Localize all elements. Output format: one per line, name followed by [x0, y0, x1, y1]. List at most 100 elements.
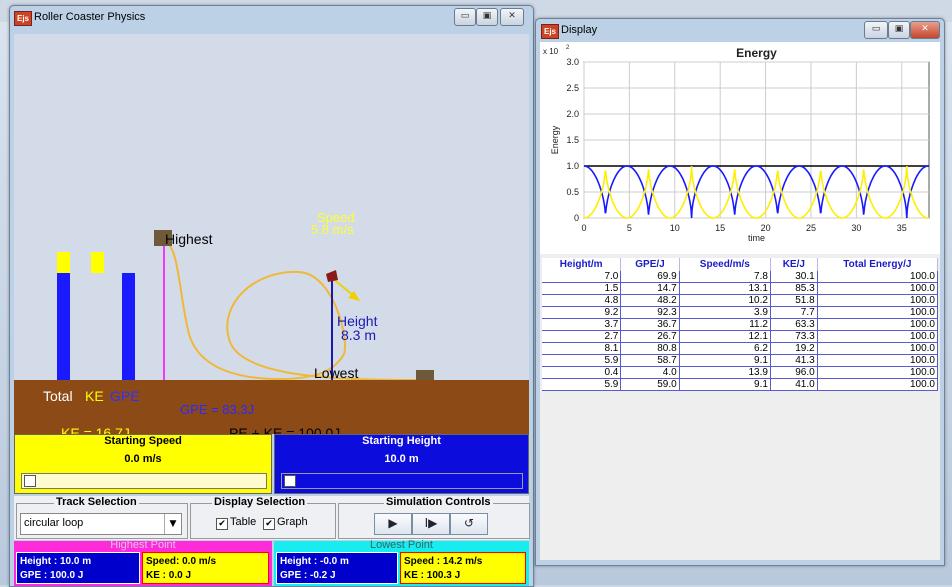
starting-height-panel: Starting Height 10.0 m: [274, 434, 529, 494]
starting-speed-value: 0.0 m/s: [124, 453, 162, 465]
starting-speed-panel: Starting Speed 0.0 m/s: [14, 434, 272, 494]
column-header: KE/J: [770, 258, 818, 271]
table-cell: 48.2: [620, 294, 680, 307]
simulation-controls-label: Simulation Controls: [384, 496, 493, 508]
column-header: Height/m: [542, 258, 622, 271]
left-titlebar[interactable]: Ejs Roller Coaster Physics ▭ ▣ ✕: [10, 6, 533, 30]
table-checkbox[interactable]: ✔: [216, 518, 228, 530]
slider-thumb[interactable]: [24, 475, 36, 487]
minimize-icon[interactable]: ▭: [864, 21, 888, 39]
table-cell: 30.1: [770, 271, 818, 283]
table-cell: 1.5: [542, 282, 622, 295]
lowest-point-label: Lowest Point: [370, 539, 433, 551]
table-row: 8.1 80.8 6.2 19.2 100.0: [542, 342, 939, 355]
chart-title: Energy: [736, 46, 777, 60]
x-tick-label: 25: [806, 223, 816, 233]
y-tick-label: 2.5: [566, 83, 579, 93]
column-header: GPE/J: [620, 258, 680, 271]
close-icon[interactable]: ✕: [500, 8, 524, 26]
table-cell: 59.0: [620, 378, 680, 391]
highest-point-panel: Highest Point Height : 10.0 m GPE : 100.…: [14, 539, 272, 586]
table-cell: 2.7: [542, 330, 622, 343]
table-row: 2.7 26.7 12.1 73.3 100.0: [542, 330, 939, 343]
y-tick-label: 1.5: [566, 135, 579, 145]
starting-speed-label: Starting Speed: [104, 435, 182, 447]
table-cell: 7.0: [542, 271, 622, 283]
table-cell: 13.9: [679, 366, 771, 379]
table-cell: 13.1: [679, 282, 771, 295]
table-cell: 41.3: [770, 354, 818, 367]
chevron-down-icon[interactable]: ▼: [164, 514, 181, 534]
table-cell: 100.0: [817, 294, 939, 307]
table-row: 0.4 4.0 13.9 96.0 100.0: [542, 366, 939, 379]
ejs-app-icon: Ejs: [14, 11, 32, 26]
display-window-title: Display: [561, 24, 598, 36]
y-tick-label: 0.5: [566, 187, 579, 197]
reset-button[interactable]: ↺: [450, 513, 488, 535]
ke-bar: [91, 252, 104, 274]
table-cell: 11.2: [679, 318, 771, 331]
lowest-ke: KE : 100.3 J: [404, 570, 461, 581]
step-button[interactable]: I▶: [412, 513, 450, 535]
highest-point-label: Highest Point: [110, 539, 176, 551]
y-tick-label: 3.0: [566, 57, 579, 67]
maximize-icon[interactable]: ▣: [476, 8, 498, 26]
track-selection-label: Track Selection: [54, 496, 139, 508]
x-tick-label: 0: [581, 223, 586, 233]
table-cell: 4.0: [620, 366, 680, 379]
table-cell: 19.2: [770, 342, 818, 355]
lowest-speed-ke: Speed : 14.2 m/s KE : 100.3 J: [400, 552, 526, 584]
table-row: 4.8 48.2 10.2 51.8 100.0: [542, 294, 939, 307]
table-cell: 26.7: [620, 330, 680, 343]
starting-height-value: 10.0 m: [384, 453, 419, 465]
graph-checkbox[interactable]: ✔: [263, 518, 275, 530]
total-ke-bar: [57, 252, 70, 274]
starting-height-slider[interactable]: [281, 473, 523, 489]
lowest-height-gpe: Height : -0.0 m GPE : -0.2 J: [276, 552, 398, 584]
highest-ke: KE : 0.0 J: [146, 570, 192, 581]
ke-label: KE: [85, 388, 104, 404]
lowest-height: Height : -0.0 m: [280, 556, 349, 567]
table-cell: 4.8: [542, 294, 622, 307]
table-checkbox-label: Table: [230, 516, 257, 528]
gpe-label: GPE: [110, 388, 140, 404]
table-cell: 100.0: [817, 354, 939, 367]
y-axis-label: Energy: [550, 125, 560, 154]
slider-thumb[interactable]: [284, 475, 296, 487]
simulation-canvas: Highest Speed 5.8 m/s Height 8.3 m Lowes…: [14, 34, 529, 434]
lowest-point-panel: Lowest Point Height : -0.0 m GPE : -0.2 …: [274, 539, 529, 586]
track-svg: [154, 230, 434, 384]
display-body: 0 5 10 15 20 25 30 35 0 0.5 1.0 1.5 2.0 2.5 3.0 Energy t…: [540, 42, 940, 560]
play-button[interactable]: ▶: [374, 513, 412, 535]
lowest-gpe: GPE : -0.2 J: [280, 570, 336, 581]
highest-speed-ke: Speed: 0.0 m/s KE : 0.0 J: [142, 552, 269, 584]
maximize-icon[interactable]: ▣: [888, 21, 910, 39]
table-row: 1.5 14.7 13.1 85.3 100.0: [542, 282, 939, 295]
selection-row: Track Selection circular loop ▼ Display …: [14, 496, 530, 540]
table-cell: 8.1: [542, 342, 622, 355]
speed-value: 5.8 m/s: [311, 222, 354, 237]
column-header: Speed/m/s: [679, 258, 771, 271]
table-cell: 36.7: [620, 318, 680, 331]
table-cell: 69.9: [620, 271, 680, 283]
x-tick-label: 35: [897, 223, 907, 233]
x-tick-label: 5: [627, 223, 632, 233]
lowest-label: Lowest: [314, 365, 359, 381]
track-dropdown[interactable]: circular loop ▼: [20, 513, 182, 535]
ejs-app-icon: Ejs: [541, 24, 559, 39]
table-cell: 3.9: [679, 306, 771, 319]
minimize-icon[interactable]: ▭: [454, 8, 476, 26]
roller-coaster-window: Ejs Roller Coaster Physics ▭ ▣ ✕ Highest…: [9, 5, 534, 587]
right-titlebar[interactable]: Ejs Display ▭ ▣ ✕: [536, 19, 944, 43]
table-header-row: Height/m GPE/J Speed/m/s KE/J Total Energy/J: [542, 258, 939, 271]
close-icon[interactable]: ✕: [910, 21, 940, 39]
track-dropdown-value: circular loop: [24, 517, 84, 529]
table-cell: 73.3: [770, 330, 818, 343]
table-row: 7.0 69.9 7.8 30.1 100.0: [542, 271, 939, 283]
lowest-speed: Speed : 14.2 m/s: [404, 556, 483, 567]
ke-readout: KE = 16.7J: [61, 425, 130, 434]
x-tick-label: 20: [761, 223, 771, 233]
starting-speed-slider[interactable]: [21, 473, 267, 489]
table-cell: 85.3: [770, 282, 818, 295]
column-header: Total Energy/J: [817, 258, 939, 271]
